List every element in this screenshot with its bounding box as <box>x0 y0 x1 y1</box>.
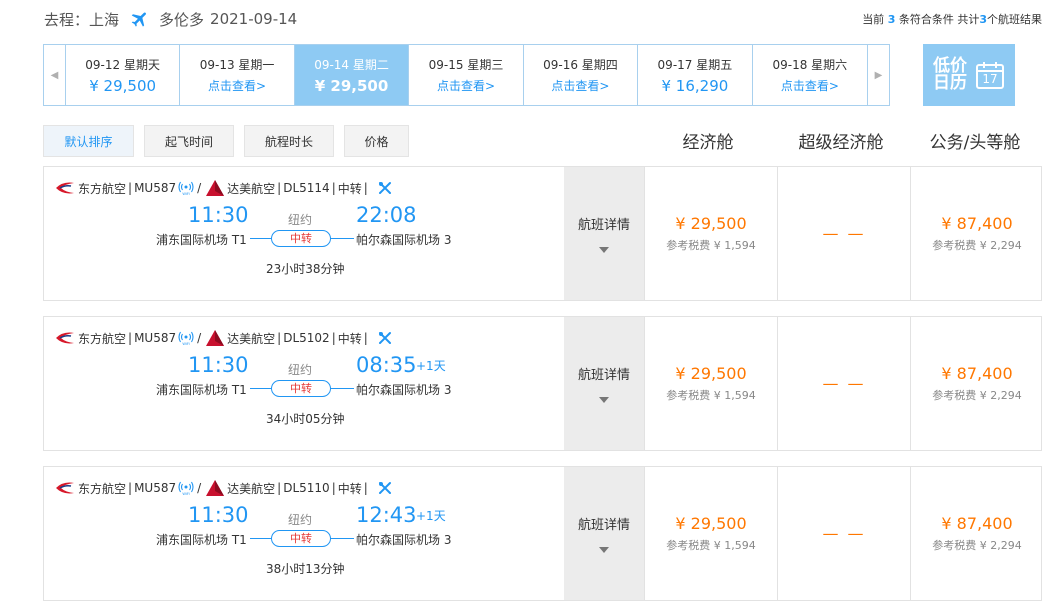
caret-down-icon <box>599 397 609 403</box>
cabin-header-business: 公务/头等舱 <box>929 133 1021 153</box>
cabin-header-premium-economy: 超级经济舱 <box>798 133 884 153</box>
flight-duration: 34小时05分钟 <box>266 412 345 426</box>
business-price-cell[interactable]: ¥ 87,400 参考税费 ¥ 2,294 <box>910 467 1043 600</box>
caret-down-icon <box>599 547 609 553</box>
sort-default-button[interactable]: 默认排序 <box>43 125 134 157</box>
date-cell[interactable]: 09-17 星期五 ¥ 16,290 <box>638 45 753 105</box>
flight-details-button[interactable]: 航班详情 <box>564 167 644 300</box>
departure-airport: 浦东国际机场 T1 <box>156 533 247 547</box>
cabin-header-economy: 经济舱 <box>682 133 734 153</box>
date-cell-selected[interactable]: 09-14 星期二 ¥ 29,500 <box>294 45 410 105</box>
match-count: 3 <box>887 13 896 26</box>
arrival-time: 12:43 <box>356 503 417 527</box>
airline-info: 东方航空 | MU587 WiFi / 达美航空 | DL5114 | 中转 | <box>54 179 392 197</box>
calendar-icon: 17 <box>975 60 1005 90</box>
svg-text:WiFi: WiFi <box>182 492 189 495</box>
business-price-cell[interactable]: ¥ 87,400 参考税费 ¥ 2,294 <box>910 317 1043 450</box>
plane-icon <box>129 9 151 29</box>
next-day-badge: +1天 <box>416 359 446 373</box>
departure-time: 11:30 <box>188 203 249 227</box>
trip-destination: 多伦多 <box>159 10 205 29</box>
date-cell[interactable]: 09-18 星期六 点击查看> <box>753 45 867 105</box>
results-summary: 当前 3 条符合条件 共计3个航班结果 <box>862 13 1042 26</box>
flight-details-button[interactable]: 航班详情 <box>564 467 644 600</box>
arrival-airport: 帕尔森国际机场 3 <box>356 233 452 247</box>
departure-time: 11:30 <box>188 503 249 527</box>
flight-card: 东方航空 | MU587 WiFi / 达美航空 | DL5102 | 中转 | 11:30 … <box>43 316 1042 451</box>
business-price-cell[interactable]: ¥ 87,400 参考税费 ¥ 2,294 <box>910 167 1043 300</box>
departure-airport: 浦东国际机场 T1 <box>156 383 247 397</box>
meal-icon <box>378 181 392 195</box>
trip-origin-label: 去程：上海 <box>44 10 120 29</box>
delta-logo-icon <box>205 329 225 347</box>
transfer-badge: 中转 <box>271 230 331 247</box>
china-eastern-logo-icon <box>54 180 76 196</box>
transfer-badge: 中转 <box>271 380 331 397</box>
next-day-badge: +1天 <box>416 509 446 523</box>
sort-bar: 默认排序 起飞时间 航程时长 价格 <box>43 125 419 157</box>
caret-down-icon <box>599 247 609 253</box>
prev-dates-button[interactable]: ◀ <box>44 45 66 105</box>
airline-info: 东方航空 | MU587 WiFi / 达美航空 | DL5110 | 中转 | <box>54 479 392 497</box>
meal-icon <box>378 481 392 495</box>
total-count: 3 <box>979 13 987 26</box>
sort-departure-button[interactable]: 起飞时间 <box>144 125 234 157</box>
date-cell[interactable]: 09-12 星期天 ¥ 29,500 <box>66 45 181 105</box>
via-city: 纽约 <box>288 513 313 527</box>
delta-logo-icon <box>205 479 225 497</box>
date-cell[interactable]: 09-16 星期四 点击查看> <box>524 45 639 105</box>
svg-text:WiFi: WiFi <box>182 192 189 195</box>
date-cell[interactable]: 09-13 星期一 点击查看> <box>180 45 295 105</box>
next-dates-button[interactable]: ▶ <box>867 45 889 105</box>
trip-header: 去程：上海 多伦多 2021-09-14 <box>44 8 297 30</box>
transfer-badge: 中转 <box>271 530 331 547</box>
flight-details-button[interactable]: 航班详情 <box>564 317 644 450</box>
flight-card: 东方航空 | MU587 WiFi / 达美航空 | DL5110 | 中转 | 11:30 … <box>43 466 1042 601</box>
low-price-calendar-button[interactable]: 低价 日历 17 <box>923 44 1015 106</box>
meal-icon <box>378 331 392 345</box>
china-eastern-logo-icon <box>54 480 76 496</box>
premium-economy-price-cell: — — <box>777 317 910 450</box>
chevron-left-icon: ◀ <box>50 69 59 81</box>
sort-duration-button[interactable]: 航程时长 <box>244 125 334 157</box>
trip-date: 2021-09-14 <box>210 10 298 28</box>
chevron-right-icon: ▶ <box>874 69 883 81</box>
departure-time: 11:30 <box>188 353 249 377</box>
date-cell[interactable]: 09-15 星期三 点击查看> <box>409 45 524 105</box>
date-selector: ◀ 09-12 星期天 ¥ 29,500 09-13 星期一 点击查看> 09-… <box>43 44 890 106</box>
wifi-icon: WiFi <box>178 481 194 495</box>
delta-logo-icon <box>205 179 225 197</box>
economy-price-cell[interactable]: ¥ 29,500 参考税费 ¥ 1,594 <box>644 167 777 300</box>
via-city: 纽约 <box>288 213 313 227</box>
calendar-day: 17 <box>982 72 998 86</box>
premium-economy-price-cell: — — <box>777 167 910 300</box>
economy-price-cell[interactable]: ¥ 29,500 参考税费 ¥ 1,594 <box>644 317 777 450</box>
economy-price-cell[interactable]: ¥ 29,500 参考税费 ¥ 1,594 <box>644 467 777 600</box>
wifi-icon: WiFi <box>178 331 194 345</box>
arrival-time: 22:08 <box>356 203 417 227</box>
wifi-icon: WiFi <box>178 181 194 195</box>
arrival-airport: 帕尔森国际机场 3 <box>356 383 452 397</box>
premium-economy-price-cell: — — <box>777 467 910 600</box>
flight-duration: 38小时13分钟 <box>266 562 345 576</box>
departure-airport: 浦东国际机场 T1 <box>156 233 247 247</box>
sort-price-button[interactable]: 价格 <box>344 125 409 157</box>
china-eastern-logo-icon <box>54 330 76 346</box>
arrival-airport: 帕尔森国际机场 3 <box>356 533 452 547</box>
flight-card: 东方航空 | MU587 WiFi / 达美航空 | DL5114 | 中转 | 11:30 … <box>43 166 1042 301</box>
arrival-time: 08:35 <box>356 353 417 377</box>
airline-info: 东方航空 | MU587 WiFi / 达美航空 | DL5102 | 中转 | <box>54 329 392 347</box>
via-city: 纽约 <box>288 363 313 377</box>
svg-text:WiFi: WiFi <box>182 342 189 345</box>
flight-duration: 23小时38分钟 <box>266 262 345 276</box>
